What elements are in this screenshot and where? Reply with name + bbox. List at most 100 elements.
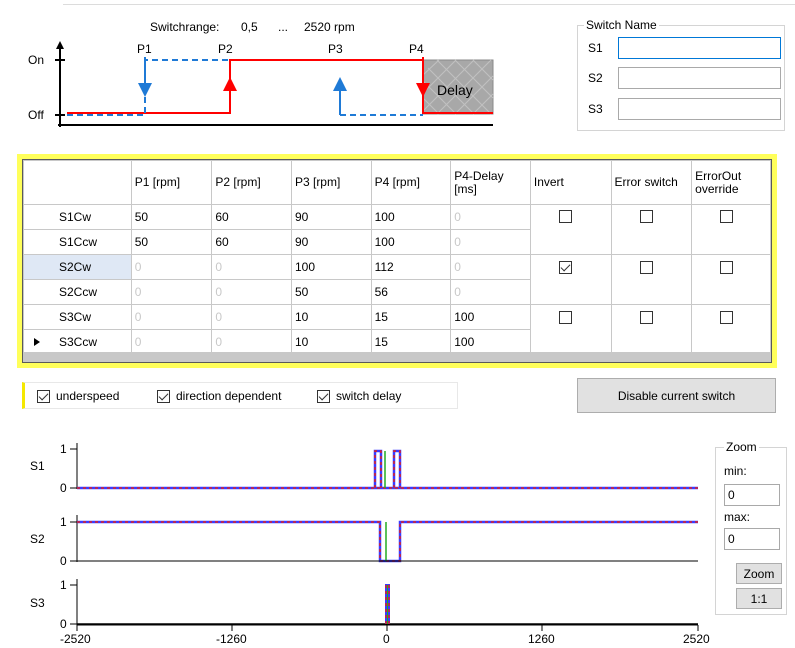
error-switch-checkbox-s3[interactable]	[640, 311, 653, 324]
row-header-s3cw[interactable]: S3Cw	[23, 304, 132, 330]
s2-name-input[interactable]	[618, 67, 781, 89]
invert-checkbox-s2[interactable]	[559, 261, 572, 274]
cell-p3[interactable]: 90	[290, 229, 372, 255]
underspeed-option[interactable]: underspeed	[37, 389, 119, 403]
cell-p4-delay[interactable]: 0	[450, 204, 531, 230]
cell-p4-delay[interactable]: 0	[450, 254, 531, 280]
table-row[interactable]: S3Cw 0 0 10 15 100	[23, 304, 771, 355]
underspeed-label: underspeed	[56, 389, 120, 403]
cell-p3[interactable]: 50	[290, 279, 372, 305]
s1-ytick-1: 1	[60, 442, 67, 456]
table-row[interactable]: S2Cw 0 0 100 112 0	[23, 254, 771, 305]
cell-p4[interactable]: 56	[370, 279, 452, 305]
plot-label-s1: S1	[30, 459, 45, 473]
zoom-max-input[interactable]	[724, 528, 780, 550]
cell-p2[interactable]: 0	[211, 254, 292, 280]
row-header-s3ccw[interactable]: S3Ccw	[23, 329, 132, 355]
s3-name-input[interactable]	[618, 98, 781, 120]
col-header-p3[interactable]: P3 [rpm]	[290, 160, 372, 205]
row-header-s1ccw[interactable]: S1Ccw	[23, 229, 132, 255]
cell-p4[interactable]: 15	[370, 329, 452, 355]
cell-p4-delay[interactable]: 0	[450, 229, 531, 255]
invert-checkbox-s1[interactable]	[559, 210, 572, 223]
col-header-p1[interactable]: P1 [rpm]	[130, 160, 213, 205]
errorout-override-checkbox-s3[interactable]	[720, 311, 733, 324]
switch-signal-plots: S1 1 0 S2 1 0 S3 1 0 -2520 -1260 0 1260 …	[30, 442, 710, 646]
row-header-s2cw[interactable]: S2Cw	[23, 254, 132, 280]
cell-p3[interactable]: 10	[290, 329, 372, 355]
table-row[interactable]: S1Cw 50 60 90 100 0	[23, 204, 771, 255]
errorout-override-checkbox-s1[interactable]	[720, 210, 733, 223]
switch-point-diagram: Switchrange: 0,5 ... 2520 rpm On Off Del…	[28, 20, 494, 127]
cell-p2[interactable]: 60	[211, 229, 292, 255]
point-label-p2: P2	[218, 42, 233, 56]
error-switch-checkbox-s1[interactable]	[640, 210, 653, 223]
row-header-s3ccw-label: S3Ccw	[59, 335, 98, 349]
errorout-override-checkbox-s2[interactable]	[720, 261, 733, 274]
col-header-invert[interactable]: Invert	[529, 160, 612, 205]
cell-p1[interactable]: 0	[130, 329, 213, 355]
cell-p4-delay[interactable]: 0	[450, 279, 531, 305]
col-header-p2[interactable]: P2 [rpm]	[211, 160, 292, 205]
cell-p4-delay[interactable]: 100	[450, 329, 531, 355]
underspeed-checkbox[interactable]	[37, 389, 50, 403]
switchrange-label: Switchrange:	[150, 20, 219, 34]
cell-p4[interactable]: 100	[370, 204, 452, 230]
point-label-p3: P3	[328, 42, 343, 56]
switch-name-row-s1: S1	[588, 37, 618, 59]
delay-label: Delay	[437, 82, 473, 98]
s2-label: S2	[588, 71, 603, 85]
cell-p2[interactable]: 0	[211, 279, 292, 305]
xtick-2520: 2520	[683, 632, 710, 646]
cell-p1[interactable]: 0	[130, 279, 213, 305]
s3-ytick-0: 0	[60, 617, 67, 631]
p3-up-arrow	[333, 77, 347, 91]
plot-label-s2: S2	[30, 532, 45, 546]
disable-current-switch-button[interactable]: Disable current switch	[577, 378, 776, 413]
cell-p2[interactable]: 0	[211, 304, 292, 330]
switch-grid-frame: P1 [rpm] P2 [rpm] P3 [rpm] P4 [rpm] P4-D…	[17, 154, 777, 368]
switch-delay-label: switch delay	[336, 389, 402, 403]
cell-p3[interactable]: 90	[290, 204, 372, 230]
error-switch-checkbox-s2[interactable]	[640, 261, 653, 274]
switch-name-legend: Switch Name	[584, 18, 659, 32]
cell-p4[interactable]: 100	[370, 229, 452, 255]
s1-ytick-0: 0	[60, 481, 67, 495]
switch-name-row-s2: S2	[588, 67, 618, 89]
cell-p3[interactable]: 100	[290, 254, 372, 280]
invert-checkbox-s3[interactable]	[559, 311, 572, 324]
s1-pulse-1	[373, 449, 383, 488]
col-header-error-switch[interactable]: Error switch	[610, 160, 693, 205]
y-axis-arrow	[56, 41, 64, 49]
cell-p2[interactable]: 0	[211, 329, 292, 355]
xtick-neg2520: -2520	[60, 632, 91, 646]
cell-p4[interactable]: 15	[370, 304, 452, 330]
switch-name-row-s3: S3	[588, 98, 618, 120]
row-header-s1cw[interactable]: S1Cw	[23, 204, 132, 230]
direction-dependent-checkbox[interactable]	[157, 389, 170, 403]
col-header-p4[interactable]: P4 [rpm]	[370, 160, 452, 205]
zoom-button[interactable]: Zoom	[736, 563, 782, 584]
switch-delay-option[interactable]: switch delay	[317, 389, 401, 403]
grid-scroll-area	[23, 352, 771, 362]
direction-dependent-option[interactable]: direction dependent	[157, 389, 281, 403]
switch-delay-checkbox[interactable]	[317, 389, 330, 403]
cell-p4-delay[interactable]: 100	[450, 304, 531, 330]
cell-p1[interactable]: 50	[130, 229, 213, 255]
col-header-p4-delay[interactable]: P4-Delay [ms]	[450, 160, 531, 205]
zoom-group: Zoom min: max: Zoom 1:1	[715, 440, 787, 615]
direction-dependent-label: direction dependent	[176, 389, 282, 403]
cell-p1[interactable]: 0	[130, 304, 213, 330]
cell-p4[interactable]: 112	[370, 254, 452, 280]
cell-p2[interactable]: 60	[211, 204, 292, 230]
cell-p1[interactable]: 50	[130, 204, 213, 230]
zoom-min-input[interactable]	[724, 484, 780, 506]
col-header-errorout-override[interactable]: ErrorOut override	[691, 160, 771, 205]
off-label: Off	[28, 108, 44, 122]
cell-p1[interactable]: 0	[130, 254, 213, 280]
cell-p3[interactable]: 10	[290, 304, 372, 330]
current-row-arrow-icon	[34, 338, 40, 346]
s1-name-input[interactable]	[618, 37, 781, 59]
zoom-reset-button[interactable]: 1:1	[736, 588, 782, 609]
row-header-s2ccw[interactable]: S2Ccw	[23, 279, 132, 305]
